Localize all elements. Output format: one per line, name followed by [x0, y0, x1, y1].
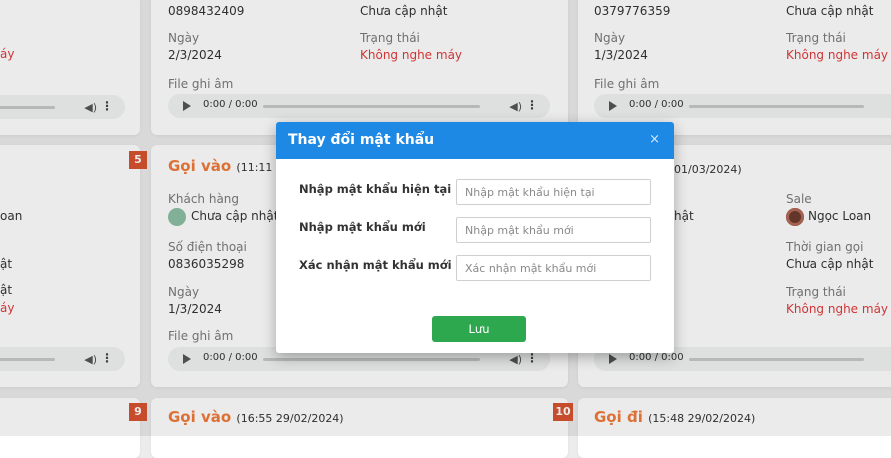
dialog-title: Thay đổi mật khẩu	[288, 132, 435, 148]
change-password-dialog: Thay đổi mật khẩu × Nhập mật khẩu hiện t…	[276, 122, 674, 353]
save-button[interactable]: Lưu	[432, 316, 526, 342]
current-password-input[interactable]	[456, 179, 651, 205]
new-password-label: Nhập mật khẩu mới	[299, 220, 426, 234]
close-icon[interactable]: ×	[649, 132, 660, 147]
confirm-password-label: Xác nhận mật khẩu mới	[299, 258, 452, 272]
dialog-header: Thay đổi mật khẩu ×	[276, 122, 674, 159]
confirm-password-input[interactable]	[456, 255, 651, 281]
new-password-input[interactable]	[456, 217, 651, 243]
current-password-label: Nhập mật khẩu hiện tại	[299, 182, 452, 196]
